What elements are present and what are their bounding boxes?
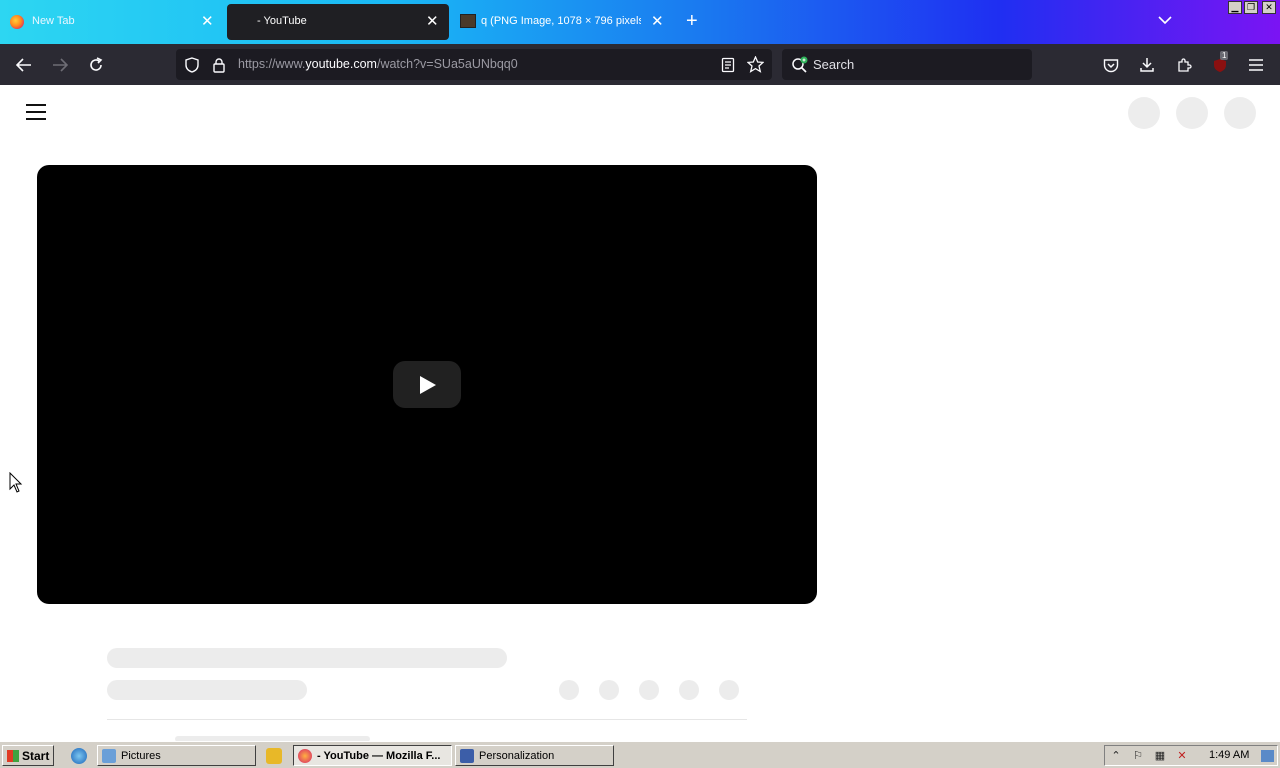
- taskbar-item-label: - YouTube — Mozilla F...: [317, 749, 441, 762]
- firefox-icon: [298, 748, 312, 763]
- media-player-icon[interactable]: [266, 748, 282, 764]
- image-thumbnail-icon: [460, 14, 476, 28]
- tab-new-tab[interactable]: New Tab ✕: [0, 4, 222, 40]
- mouse-pointer-icon: [9, 471, 23, 499]
- action-skeleton-circle: [599, 680, 619, 700]
- reload-icon[interactable]: [85, 54, 107, 76]
- search-engine-icon[interactable]: [791, 56, 809, 79]
- tab-png-image[interactable]: q (PNG Image, 1078 × 796 pixels) ✕: [452, 4, 674, 40]
- tab-strip: New Tab ✕ - YouTube ✕ q (PNG Image, 1078…: [0, 0, 1280, 44]
- play-button[interactable]: [393, 361, 461, 408]
- action-skeleton-circle: [679, 680, 699, 700]
- tab-title: New Tab: [32, 15, 75, 27]
- divider: [107, 719, 747, 720]
- windows-taskbar: Start Pictures - YouTube — Mozilla F... …: [0, 741, 1280, 768]
- action-skeleton-circle: [559, 680, 579, 700]
- close-tab-icon[interactable]: ✕: [426, 14, 439, 29]
- restore-window-icon[interactable]: ❐: [1244, 1, 1258, 14]
- taskbar-item-firefox[interactable]: - YouTube — Mozilla F...: [293, 745, 452, 766]
- bookmark-star-icon[interactable]: [746, 55, 765, 78]
- taskbar-item-label: Personalization: [479, 749, 555, 762]
- reader-view-icon[interactable]: [721, 57, 735, 78]
- start-label: Start: [22, 748, 50, 763]
- extension-badge-count: 1: [1220, 51, 1229, 60]
- play-icon: [420, 376, 436, 394]
- close-window-icon[interactable]: ✕: [1262, 1, 1276, 14]
- youtube-guide-menu-icon[interactable]: [26, 104, 46, 120]
- header-placeholder-circle: [1176, 97, 1208, 129]
- extensions-puzzle-icon[interactable]: [1173, 54, 1195, 76]
- action-center-flag-icon[interactable]: ⚐: [1131, 749, 1145, 763]
- ublock-shield-icon[interactable]: 1: [1209, 51, 1231, 76]
- start-button[interactable]: Start: [2, 745, 54, 766]
- system-tray: ⌃ ⚐ ▦ ✕ 1:49 AM: [1104, 745, 1278, 766]
- folder-pictures-icon: [102, 748, 116, 763]
- windows-flag-icon: [7, 749, 19, 762]
- volume-muted-icon[interactable]: ✕: [1175, 749, 1189, 763]
- navigation-toolbar: https://www.youtube.com/watch?v=SUa5aUNb…: [0, 44, 1280, 85]
- action-skeleton-circle: [639, 680, 659, 700]
- close-tab-icon[interactable]: ✕: [201, 14, 214, 29]
- back-arrow-icon[interactable]: [13, 54, 35, 76]
- minimize-window-icon[interactable]: ▁: [1228, 1, 1242, 14]
- header-placeholder-circle: [1224, 97, 1256, 129]
- search-placeholder: Search: [813, 57, 855, 72]
- video-player[interactable]: [37, 165, 817, 604]
- system-clock[interactable]: 1:49 AM: [1209, 749, 1249, 761]
- internet-explorer-icon[interactable]: [71, 748, 87, 764]
- header-placeholder-circle: [1128, 97, 1160, 129]
- firefox-icon: [10, 15, 24, 29]
- network-icon[interactable]: ▦: [1153, 749, 1167, 763]
- show-desktop-icon[interactable]: [1261, 750, 1274, 762]
- tab-title: q (PNG Image, 1078 × 796 pixels): [481, 15, 641, 27]
- new-tab-plus-icon[interactable]: +: [686, 11, 698, 31]
- search-bar[interactable]: Search: [782, 49, 1032, 80]
- tracking-protection-shield-icon[interactable]: [184, 57, 200, 78]
- tab-youtube[interactable]: - YouTube ✕: [227, 4, 449, 40]
- action-skeleton-circle: [719, 680, 739, 700]
- url-path: /watch?v=SUa5aUNbqq0: [376, 57, 518, 71]
- taskbar-item-personalization[interactable]: Personalization: [455, 745, 614, 766]
- title-skeleton: [107, 648, 507, 668]
- taskbar-item-label: Pictures: [121, 749, 161, 762]
- personalization-icon: [460, 748, 474, 763]
- lock-icon[interactable]: [212, 57, 226, 78]
- url-host: youtube.com: [305, 57, 377, 71]
- pocket-icon[interactable]: [1100, 54, 1122, 76]
- list-all-tabs-chevron-icon[interactable]: [1158, 12, 1172, 28]
- channel-skeleton: [107, 680, 307, 700]
- url-prefix: https://www.: [238, 57, 306, 71]
- close-tab-icon[interactable]: ✕: [651, 14, 664, 29]
- downloads-icon[interactable]: [1136, 54, 1158, 76]
- taskbar-item-pictures[interactable]: Pictures: [97, 745, 256, 766]
- forward-arrow-icon[interactable]: [49, 54, 71, 76]
- app-menu-hamburger-icon[interactable]: [1245, 54, 1267, 76]
- url-bar[interactable]: https://www.youtube.com/watch?v=SUa5aUNb…: [176, 49, 772, 80]
- tab-title: - YouTube: [257, 15, 307, 27]
- show-hidden-icons-chevron-icon[interactable]: ⌃: [1109, 749, 1123, 763]
- url-text[interactable]: https://www.youtube.com/watch?v=SUa5aUNb…: [238, 57, 518, 71]
